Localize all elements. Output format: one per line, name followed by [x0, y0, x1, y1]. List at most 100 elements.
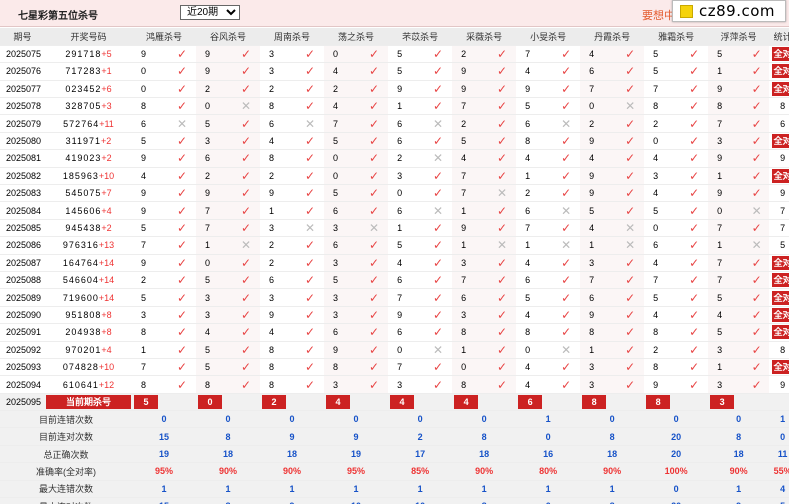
draw-code: 945438 — [65, 222, 102, 233]
kill-number: 7 — [196, 219, 233, 238]
draw-code-cell: 023452+6 — [45, 80, 132, 99]
summary-value: 10 — [324, 497, 389, 504]
draw-code-cell: 204938+8 — [45, 323, 132, 342]
stat-count: 9 — [780, 379, 786, 390]
draw-code-extra: +14 — [98, 275, 115, 286]
check-icon: ✓ — [433, 238, 444, 253]
kill-number: 1 — [580, 236, 617, 255]
stat-count: 9 — [780, 153, 786, 164]
kill-number: 5 — [196, 114, 233, 133]
kill-number: 5 — [516, 97, 553, 116]
summary-value: 15 — [132, 427, 197, 446]
check-icon: ✓ — [497, 134, 508, 149]
kill-result-cell: ✓ — [488, 201, 517, 220]
site-logo[interactable]: cz89.com — [672, 0, 786, 22]
kill-result-cell: ✓ — [168, 236, 197, 255]
kill-number: 3 — [580, 254, 617, 272]
kill-result-cell: ✓ — [424, 323, 453, 342]
kill-number: 9 — [132, 254, 168, 272]
all-right-badge: 全对 — [771, 47, 789, 62]
kill-result-cell: ✓ — [616, 114, 645, 133]
kill-number: 2 — [452, 45, 489, 64]
kill-result-cell: ✓ — [680, 236, 709, 255]
kill-number: 8 — [260, 97, 297, 116]
draw-code-extra: +2 — [101, 222, 112, 233]
kill-number: 4 — [644, 184, 681, 203]
check-icon: ✓ — [625, 47, 636, 62]
kill-number: 5 — [580, 201, 617, 220]
kill-result-cell: ✕ — [424, 114, 453, 133]
cross-icon: ✕ — [176, 116, 188, 131]
draw-code: 719600 — [62, 292, 99, 303]
summary-value: 95% — [132, 462, 197, 481]
kill-result-cell: ✕ — [552, 201, 581, 220]
period-range-select[interactable]: 近20期 — [180, 5, 240, 20]
kill-number: 3 — [196, 288, 233, 307]
kill-result-cell: ✓ — [168, 80, 197, 99]
kill-result-cell: ✕ — [616, 236, 645, 255]
check-icon: ✓ — [497, 342, 508, 357]
check-icon: ✓ — [561, 377, 572, 392]
kill-number: 4 — [580, 149, 617, 168]
stat-count: 6 — [780, 118, 786, 129]
check-icon: ✓ — [433, 81, 444, 96]
kill-result-cell: ✓ — [552, 323, 581, 342]
current-kill-cell: 2 — [260, 393, 325, 412]
kill-result-cell: ✓ — [680, 254, 709, 272]
check-icon: ✓ — [433, 325, 444, 340]
kill-result-cell: ✓ — [296, 271, 325, 290]
kill-number: 3 — [452, 254, 489, 272]
check-icon: ✓ — [497, 360, 508, 375]
kill-number: 8 — [260, 341, 297, 359]
kill-number: 9 — [132, 149, 168, 168]
kill-number: 7 — [388, 288, 425, 307]
check-icon: ✓ — [176, 186, 188, 201]
check-icon: ✓ — [689, 273, 700, 288]
summary-value: 90% — [196, 462, 261, 481]
kill-number: 7 — [132, 236, 168, 255]
check-icon: ✓ — [561, 99, 572, 114]
kill-result-cell: ✓ — [360, 114, 389, 133]
check-icon: ✓ — [689, 290, 700, 305]
check-icon: ✓ — [751, 186, 762, 201]
kill-result-cell: ✓ — [744, 132, 770, 151]
kill-number: 5 — [388, 45, 425, 64]
stat-count: 8 — [780, 101, 786, 112]
check-icon: ✓ — [176, 168, 188, 183]
kill-number: 4 — [516, 358, 553, 377]
kill-result-cell: ✓ — [360, 201, 389, 220]
kill-result-cell: ✓ — [744, 184, 770, 203]
kill-number: 4 — [132, 167, 168, 186]
kill-number: 2 — [516, 184, 553, 203]
summary-value: 0 — [708, 410, 770, 429]
check-icon: ✓ — [751, 377, 762, 392]
check-icon: ✓ — [561, 64, 572, 79]
kill-result-cell: ✓ — [232, 306, 261, 325]
kill-number: 3 — [708, 132, 745, 151]
kill-result-cell: ✓ — [360, 341, 389, 359]
period-cell: 2025075 — [0, 45, 45, 64]
kill-result-cell: ✓ — [616, 323, 645, 342]
draw-code: 074828 — [62, 362, 99, 373]
kill-result-cell: ✓ — [488, 149, 517, 168]
check-icon: ✓ — [369, 64, 380, 79]
kill-number: 9 — [516, 80, 553, 99]
kill-number: 9 — [452, 62, 489, 81]
check-icon: ✓ — [305, 99, 316, 114]
kill-result-cell: ✓ — [488, 254, 517, 272]
check-icon: ✓ — [689, 307, 700, 322]
summary-value: 19 — [324, 445, 389, 464]
kill-result-cell: ✕ — [232, 97, 261, 116]
table-row: 2025080311971+25✓3✓4✓5✓6✓5✓8✓9✓0✓3✓全对 — [0, 132, 789, 151]
kill-number: 5 — [324, 184, 361, 203]
kill-number: 5 — [708, 323, 745, 342]
draw-code: 185963 — [62, 170, 99, 181]
stat-count: 7 — [780, 205, 786, 216]
draw-code-cell: 945438+2 — [45, 219, 132, 238]
kill-result-cell: ✓ — [616, 149, 645, 168]
kill-result-cell: ✓ — [360, 236, 389, 255]
kill-result-cell: ✓ — [680, 184, 709, 203]
draw-code-extra: +14 — [98, 292, 115, 303]
current-kill-badge: 8 — [582, 394, 607, 409]
table-row: 2025086 976316+13 7 ✓ 1 ✕ 2 ✓ 6 ✓ 5 ✓ 1 ✕ 1 ✕ 1 ✕ 6 ✓ 1 ✕ 5 — [0, 236, 789, 255]
